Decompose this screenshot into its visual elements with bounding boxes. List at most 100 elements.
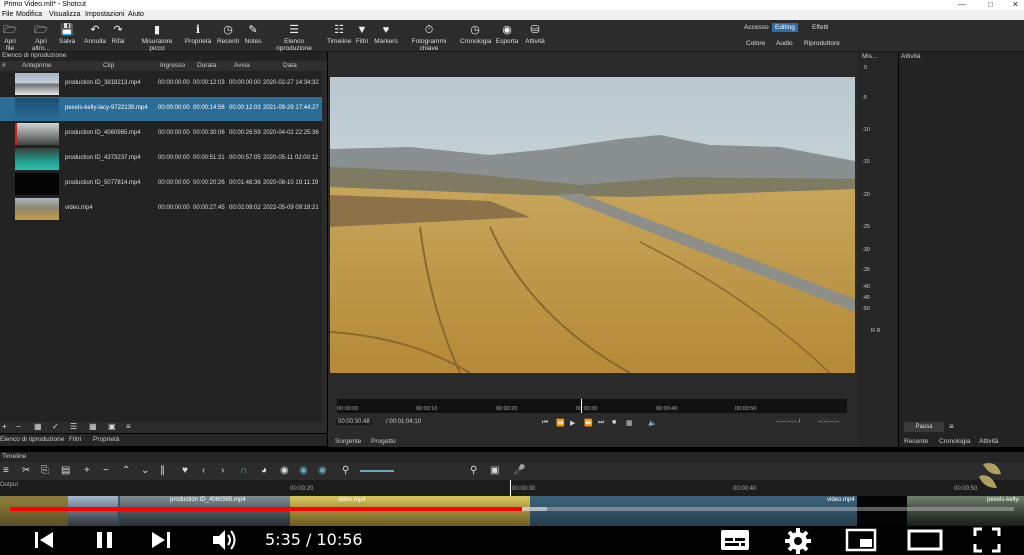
tab-project[interactable]: Progetto [371, 438, 396, 445]
export-button[interactable]: ◉ Esporta [495, 22, 519, 45]
grid-icon[interactable]: ▦ [626, 419, 633, 427]
theater-mode-icon[interactable] [907, 529, 943, 551]
playlist-scrollbar[interactable] [322, 72, 327, 422]
playlist-row[interactable]: production ID_5077814.mp4 00:00:00:00 00… [0, 172, 322, 196]
miniplayer-icon[interactable] [845, 528, 877, 552]
undo-button[interactable]: ↶ Annulla [83, 22, 107, 45]
scrub-icon[interactable]: ◕ [261, 465, 267, 476]
playlist-row[interactable]: production ID_4373237.mp4 00:00:00:00 00… [0, 147, 322, 171]
open-other-button[interactable]: 🗁 Apri altro... [26, 22, 56, 52]
channel-logo-icon[interactable] [975, 458, 1009, 492]
remove-icon[interactable]: − [16, 422, 21, 431]
peak-meter-button[interactable]: ▮ Misuratore picco [135, 22, 179, 52]
properties-button[interactable]: ℹ Proprietà [184, 22, 212, 45]
col-duration[interactable]: Durata [197, 62, 217, 69]
zoom-in-icon[interactable]: ⚲ [470, 465, 477, 476]
layout-accesso[interactable]: Accesso [744, 24, 769, 31]
viewer-playhead[interactable] [581, 399, 582, 413]
menu-icon[interactable]: ≡ [126, 422, 131, 431]
rewind-icon[interactable]: ⏪ [556, 419, 565, 427]
marker-icon[interactable]: ♥ [182, 465, 188, 476]
prev-marker-icon[interactable]: ‹ [202, 465, 205, 476]
playlist-row[interactable]: video.mp4 00:00:00:00 00:00:27:45 00:02:… [0, 197, 322, 221]
previous-icon[interactable] [33, 529, 55, 551]
redo-button[interactable]: ↷ Rifai [109, 22, 127, 45]
filters-button[interactable]: ▼ Filtri [354, 22, 370, 45]
remove-icon[interactable]: − [103, 465, 109, 476]
skip-forward-icon[interactable]: ⏭ [598, 419, 604, 427]
notes-button[interactable]: ✎ Notes [243, 22, 263, 45]
paste-icon[interactable]: ▤ [61, 465, 70, 476]
timeline-ruler[interactable]: Output 00:00:20 00:00:30 00:00:40 00:00:… [0, 480, 1024, 496]
update-icon[interactable]: ▦ [34, 422, 42, 431]
subtitles-icon[interactable] [720, 528, 750, 552]
record-audio-icon[interactable]: 🎤 [513, 465, 525, 476]
timeline-playhead[interactable] [510, 480, 511, 496]
playlist-row[interactable]: pexels-kelly-lacy-9722139.mp4 00:00:00:0… [0, 97, 322, 121]
jobs-button[interactable]: ⛁ Attività [523, 22, 547, 45]
position-field[interactable]: 00:00:30:48 [336, 419, 372, 425]
menu-visualizza[interactable]: Visualizza [49, 11, 80, 18]
fast-forward-icon[interactable]: ⏩ [584, 419, 593, 427]
out-point-field[interactable]: --:--:--:-- [818, 419, 839, 425]
fullscreen-icon[interactable] [973, 527, 1001, 553]
tab-history[interactable]: Cronologia [939, 438, 970, 445]
append-icon[interactable]: + [84, 465, 90, 476]
close-icon[interactable]: ✕ [1012, 0, 1019, 9]
tab-properties[interactable]: Proprietà [93, 436, 119, 443]
keyframes-button[interactable]: ⏱ Fotogrammi chiave [402, 22, 456, 52]
play-icon[interactable]: ▶ [570, 419, 575, 427]
overwrite-icon[interactable]: ⌄ [141, 465, 149, 476]
maximize-icon[interactable]: □ [988, 0, 993, 9]
viewer-ruler[interactable]: 00:00:00 00:00:10 00:00:20 00:00:30 00:0… [337, 399, 847, 413]
cut-icon[interactable]: ✂ [22, 465, 30, 476]
recent-button[interactable]: ◷ Recenti [216, 22, 240, 45]
playlist-row[interactable]: production ID_4060985.mp4 00:00:00:00 00… [0, 122, 322, 146]
menu-icon[interactable]: ≡ [3, 465, 9, 476]
details-view-icon[interactable]: ☰ [70, 422, 77, 431]
check-icon[interactable]: ✓ [52, 422, 59, 431]
snap-icon[interactable]: ∩ [240, 465, 247, 476]
tiles-view-icon[interactable]: ▦ [89, 422, 97, 431]
tab-source[interactable]: Sorgente [335, 438, 361, 445]
volume-icon[interactable] [210, 527, 238, 553]
menu-file[interactable]: File [2, 11, 13, 18]
tab-jobs[interactable]: Attività [979, 438, 999, 445]
layout-effetti[interactable]: Effetti [812, 24, 829, 31]
split-icon[interactable]: ∥ [160, 465, 165, 476]
stop-icon[interactable]: ■ [612, 419, 616, 426]
ripple-markers-icon[interactable]: ◉ [318, 465, 327, 476]
timeline-button[interactable]: ☷ Timeline [327, 22, 351, 45]
tab-playlist[interactable]: Elenco di riproduzione [0, 436, 64, 443]
layout-editing[interactable]: Editing [772, 23, 798, 32]
open-file-button[interactable]: 🗁 Apri file [0, 22, 20, 52]
jobs-menu-icon[interactable]: ≡ [949, 422, 954, 431]
col-clip[interactable]: Clip [103, 62, 114, 69]
volume-icon[interactable]: 🔈 [648, 419, 657, 427]
layout-audio[interactable]: Audio [776, 40, 793, 47]
in-point-field[interactable]: --:--:--:-- / [776, 419, 800, 425]
markers-button[interactable]: ♥ Markers [374, 22, 398, 45]
col-thumbnails[interactable]: Anteprime [22, 62, 52, 69]
col-date[interactable]: Data [283, 62, 297, 69]
settings-icon[interactable] [784, 527, 812, 555]
save-button[interactable]: 💾 Salva [58, 22, 76, 45]
history-button[interactable]: ◷ Cronologia [460, 22, 491, 45]
playlist-row[interactable]: production ID_3818213.mp4 00:00:00:00 00… [0, 72, 322, 96]
progress-bar[interactable] [10, 507, 1014, 511]
col-index[interactable]: # [2, 62, 6, 69]
col-start[interactable]: Avvia [234, 62, 250, 69]
menu-impostazioni[interactable]: Impostazioni [85, 11, 124, 18]
add-icon[interactable]: + [2, 422, 7, 431]
zoom-fit-icon[interactable]: ▣ [490, 465, 499, 476]
zoom-out-icon[interactable]: ⚲ [342, 465, 349, 476]
layout-colore[interactable]: Colore [746, 40, 765, 47]
pause-button[interactable]: Pausa [904, 422, 944, 432]
playlist-button[interactable]: ☰ Elenco riproduzione [267, 22, 321, 52]
next-icon[interactable] [150, 529, 172, 551]
lift-icon[interactable]: ⌃ [122, 465, 130, 476]
col-in[interactable]: Ingresso [160, 62, 185, 69]
menu-modifica[interactable]: Modifica [16, 11, 42, 18]
ripple-all-icon[interactable]: ◉ [299, 465, 308, 476]
minimize-icon[interactable]: — [958, 0, 966, 9]
